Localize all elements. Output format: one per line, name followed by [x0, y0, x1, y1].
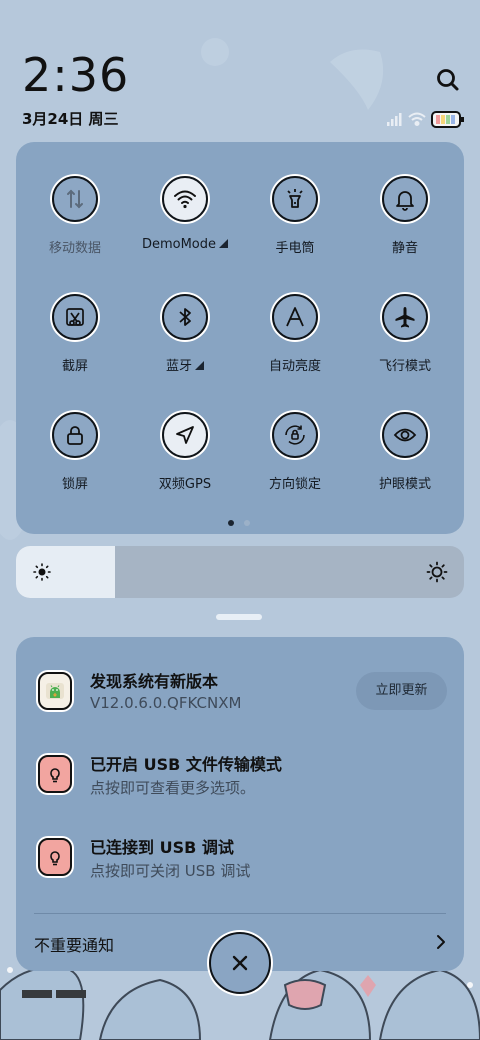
quick-settings-panel: 移动数据 DemoMode 手电筒 静音 截屏 蓝牙 自动亮度 飞行模式 锁屏 …	[16, 142, 464, 534]
location-arrow-icon	[162, 412, 208, 458]
usb-bulb-icon	[38, 838, 72, 876]
tile-eye-care[interactable]: 护眼模式	[350, 412, 460, 522]
tile-wifi[interactable]: DemoMode	[130, 176, 240, 286]
airplane-icon	[382, 294, 428, 340]
tile-label: 静音	[391, 241, 418, 256]
chevron-right-icon[interactable]	[434, 933, 448, 951]
status-area: 2:36 3月24日 周三	[0, 0, 480, 140]
search-button[interactable]	[432, 64, 464, 96]
tile-dual-gps[interactable]: 双频GPS	[130, 412, 240, 522]
page-dot	[244, 520, 250, 526]
tile-mobile-data[interactable]: 移动数据	[20, 176, 130, 286]
notification-system-update[interactable]: 发现系统有新版本 V12.0.6.0.QFKCNXM 立即更新	[16, 668, 464, 740]
tile-label: 飞行模式	[378, 359, 431, 374]
screenshot-icon	[52, 294, 98, 340]
page-dot-active	[228, 520, 234, 526]
clear-notifications-button[interactable]	[209, 932, 271, 994]
mobile-data-icon	[52, 176, 98, 222]
tile-flashlight[interactable]: 手电筒	[240, 176, 350, 286]
bluetooth-icon	[162, 294, 208, 340]
notification-subtitle: V12.0.6.0.QFKCNXM	[90, 694, 242, 712]
battery-icon	[431, 111, 464, 128]
date: 3月24日 周三	[22, 110, 119, 128]
tile-label-wrap: 蓝牙	[130, 355, 240, 374]
tile-lock-screen[interactable]: 锁屏	[20, 412, 130, 522]
expand-caret-icon	[219, 239, 229, 248]
tile-label: 锁屏	[61, 477, 88, 492]
notification-title: 发现系统有新版本	[90, 672, 219, 691]
tile-label: 截屏	[61, 359, 88, 374]
android-update-icon	[38, 672, 72, 710]
lock-icon	[52, 412, 98, 458]
tile-label: 护眼模式	[378, 477, 431, 492]
flashlight-icon	[272, 176, 318, 222]
usb-bulb-icon	[38, 755, 72, 793]
tile-bluetooth[interactable]: 蓝牙	[130, 294, 240, 404]
tile-auto-brightness[interactable]: 自动亮度	[240, 294, 350, 404]
search-icon	[437, 69, 459, 91]
notification-subtitle: 点按即可查看更多选项。	[90, 779, 256, 797]
rotation-lock-icon	[272, 412, 318, 458]
brightness-fill	[16, 546, 115, 598]
tile-screenshot[interactable]: 截屏	[20, 294, 130, 404]
close-icon	[232, 955, 248, 971]
notification-title: 已连接到 USB 调试	[90, 838, 234, 857]
expand-caret-icon	[195, 361, 204, 370]
tile-silent[interactable]: 静音	[350, 176, 460, 286]
system-status-icons	[384, 108, 466, 130]
page-indicator	[226, 520, 254, 528]
brightness-high-icon	[426, 561, 448, 583]
tile-airplane-mode[interactable]: 飞行模式	[350, 294, 460, 404]
tile-label: 蓝牙	[165, 359, 192, 374]
tile-rotation-lock[interactable]: 方向锁定	[240, 412, 350, 522]
auto-brightness-icon	[272, 294, 318, 340]
notification-usb-file-transfer[interactable]: 已开启 USB 文件传输模式 点按即可查看更多选项。	[16, 751, 464, 823]
wifi-status-icon	[408, 112, 426, 126]
tile-label: 移动数据	[48, 241, 101, 256]
bell-icon	[382, 176, 428, 222]
notification-subtitle: 点按即可关闭 USB 调试	[90, 862, 251, 880]
notification-panel: 发现系统有新版本 V12.0.6.0.QFKCNXM 立即更新 已开启 USB …	[16, 637, 464, 971]
tile-label: 自动亮度	[268, 359, 321, 374]
brightness-slider[interactable]	[16, 546, 464, 598]
tile-label: 手电筒	[275, 241, 315, 256]
signal-icon	[387, 113, 402, 126]
eye-icon	[382, 412, 428, 458]
divider	[34, 913, 446, 914]
unimportant-notifications-link[interactable]: 不重要通知	[34, 932, 114, 956]
notification-usb-debugging[interactable]: 已连接到 USB 调试 点按即可关闭 USB 调试	[16, 834, 464, 906]
notification-title: 已开启 USB 文件传输模式	[90, 755, 282, 774]
tile-label-wrap: DemoMode	[130, 237, 240, 252]
wifi-icon	[162, 176, 208, 222]
tile-label: 方向锁定	[268, 477, 321, 492]
brightness-low-icon	[33, 563, 51, 581]
tile-label: DemoMode	[141, 237, 217, 252]
clock: 2:36	[22, 48, 130, 102]
update-now-button[interactable]: 立即更新	[356, 672, 447, 710]
tile-label: 双频GPS	[158, 477, 212, 492]
drag-handle[interactable]	[216, 614, 262, 620]
